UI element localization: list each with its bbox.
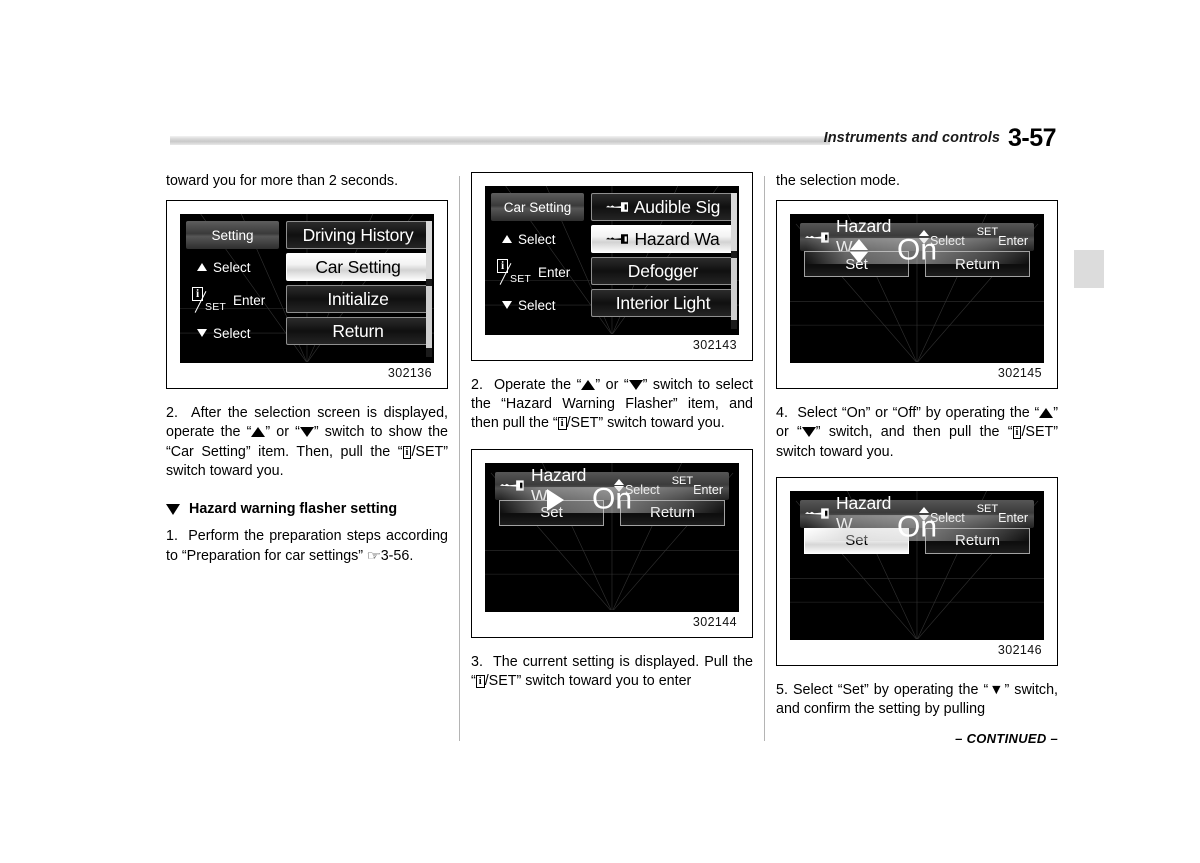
figure-number: 302144 <box>692 614 737 629</box>
continued-marker: – CONTINUED – <box>955 731 1058 746</box>
triangle-down-icon <box>502 301 512 309</box>
lcd-title-button: Car Setting <box>491 193 584 221</box>
figure-number: 302146 <box>997 642 1042 657</box>
left-intro-paragraph: toward you for more than 2 seconds. <box>166 173 399 189</box>
lcd-option-item: Car Setting <box>286 253 430 282</box>
info-set-icon: i SET <box>496 258 536 286</box>
lcd-scrollbar-thumb <box>426 221 432 280</box>
section-heading-label: Hazard warning flasher setting <box>189 501 398 518</box>
info-set-icon: i SET <box>191 286 231 314</box>
lcd-select-down: Select <box>491 291 584 319</box>
lcd-screen-hazard-selecting: Hazard W Select SET Enter On Set Return <box>790 214 1044 364</box>
figure-302145: Hazard W Select SET Enter On Set Return <box>776 200 1058 390</box>
right-intro-paragraph: the selection mode. <box>776 173 900 189</box>
figure-302144: Hazard W Select SET Enter On Set Return <box>471 448 753 638</box>
lcd-select-up: Select <box>186 253 279 281</box>
triangle-up-icon <box>1039 408 1054 419</box>
lcd-option-item: Return <box>286 317 430 346</box>
lcd-title-button: Setting <box>186 221 279 250</box>
lcd-select-down: Select <box>186 319 279 347</box>
column-right: the selection mode. Hazard SET On Set Re… <box>776 172 1058 719</box>
triangle-up-icon <box>197 263 207 272</box>
triangle-down-icon <box>299 427 314 438</box>
lcd-option-item: Initialize <box>286 285 430 314</box>
lcd-left-keys: Setting Select i SET Enter Select <box>180 214 284 363</box>
triangle-up-icon <box>581 380 596 390</box>
column-divider-1 <box>459 176 460 741</box>
key-icon <box>605 201 632 213</box>
lcd-option-list: Driving History Car Setting Initialize R… <box>284 214 434 363</box>
lcd-select-up: Select <box>491 225 584 253</box>
key-icon <box>606 233 632 245</box>
figure-302136: Setting Select i SET Enter Select Drivin… <box>166 200 448 390</box>
lcd-value-text: On <box>896 233 938 267</box>
lcd-screen-car-setting-items: Car Setting Select i SET Enter Select Au… <box>485 186 739 335</box>
lcd-option-item: Interior Light <box>591 289 735 317</box>
pointing-hand-icon: ☞ <box>366 548 382 564</box>
figure-number: 302136 <box>387 366 432 381</box>
set-glyph: SET <box>205 300 227 313</box>
lcd-screen-hazard-confirm: Hazard W Select SET Enter On Set Return <box>790 490 1044 640</box>
lcd-screen-hazard-current: Hazard W Select SET Enter On Set Return <box>485 462 739 612</box>
info-icon: i <box>402 445 412 459</box>
lcd-left-keys: Car Setting Select i SET Enter Select <box>485 186 589 335</box>
triangle-down-icon <box>801 427 816 438</box>
lcd-scrollbar-thumb <box>426 286 432 349</box>
lcd-scrollbar-thumb <box>731 258 737 320</box>
section-heading-hazard: Hazard warning flasher setting <box>166 501 448 517</box>
lcd-screen-car-setting-menu: Setting Select i SET Enter Select Drivin… <box>180 214 434 364</box>
middle-step-3: 3. The current setting is displayed. Pul… <box>471 653 753 689</box>
figure-number: 302145 <box>997 366 1042 381</box>
triangle-down-icon <box>197 329 207 338</box>
figure-302146: Hazard W Select SET Enter On Set Return <box>776 476 1058 666</box>
lcd-select-down-label: Select <box>518 297 556 313</box>
left-step-1: 1. Perform the preparation steps accordi… <box>166 528 448 565</box>
lcd-scrollbar-thumb <box>731 193 737 251</box>
lcd-enter-label: Enter <box>233 292 266 308</box>
info-icon: i <box>557 417 567 431</box>
page-number: 3-57 <box>1008 124 1057 152</box>
left-step-2: 2. After the selection screen is display… <box>166 405 448 479</box>
figure-number: 302143 <box>692 338 737 352</box>
lcd-select-down-label: Select <box>213 325 251 341</box>
info-icon: i <box>1012 426 1022 440</box>
lcd-info-set-enter: i SET Enter <box>491 257 584 287</box>
edge-thumb-tab <box>1074 250 1104 288</box>
manual-page: Instruments and controls 3-57 toward you… <box>0 0 1200 863</box>
key-icon-svg <box>606 234 629 244</box>
figure-302143: Car Setting Select i SET Enter Select Au… <box>471 172 753 361</box>
right-step-5: 5. Select “Set” by operating the “▼” swi… <box>776 681 1058 718</box>
lcd-value-text: On <box>591 481 633 515</box>
middle-step-2: 2. Operate the “” or “” switch to select… <box>471 377 753 432</box>
lcd-info-set-enter: i SET Enter <box>186 285 279 315</box>
lcd-option-label: Audible Sig <box>633 196 721 217</box>
set-glyph: SET <box>510 272 532 285</box>
lcd-option-item: Audible Sig <box>591 193 735 221</box>
lcd-value-text: On <box>896 510 938 544</box>
lcd-option-item: Defogger <box>591 257 735 285</box>
triangle-up-icon <box>251 427 266 438</box>
lcd-option-item: Driving History <box>286 221 430 250</box>
lcd-enter-label: Enter <box>538 264 571 280</box>
lcd-select-up-label: Select <box>213 259 251 275</box>
page-header-title: Instruments and controls <box>823 130 1000 146</box>
key-icon-svg <box>605 202 628 212</box>
lcd-option-item: Hazard Wa <box>591 225 735 253</box>
triangle-up-icon <box>502 235 512 243</box>
column-left: toward you for more than 2 seconds. Sett… <box>166 172 448 566</box>
lcd-select-up-label: Select <box>518 231 556 247</box>
lcd-option-list: Audible Sig Hazard Wa Defogger Interior … <box>589 186 739 335</box>
column-divider-2 <box>764 176 765 741</box>
triangle-down-icon <box>166 503 180 515</box>
lcd-option-label: Hazard Wa <box>634 228 720 249</box>
right-step-4: 4. Select “On” or “Off” by operating the… <box>776 405 1058 460</box>
column-middle: Car Setting Select i SET Enter Select Au… <box>471 172 753 691</box>
triangle-down-icon <box>628 380 643 390</box>
info-icon: i <box>475 674 485 688</box>
